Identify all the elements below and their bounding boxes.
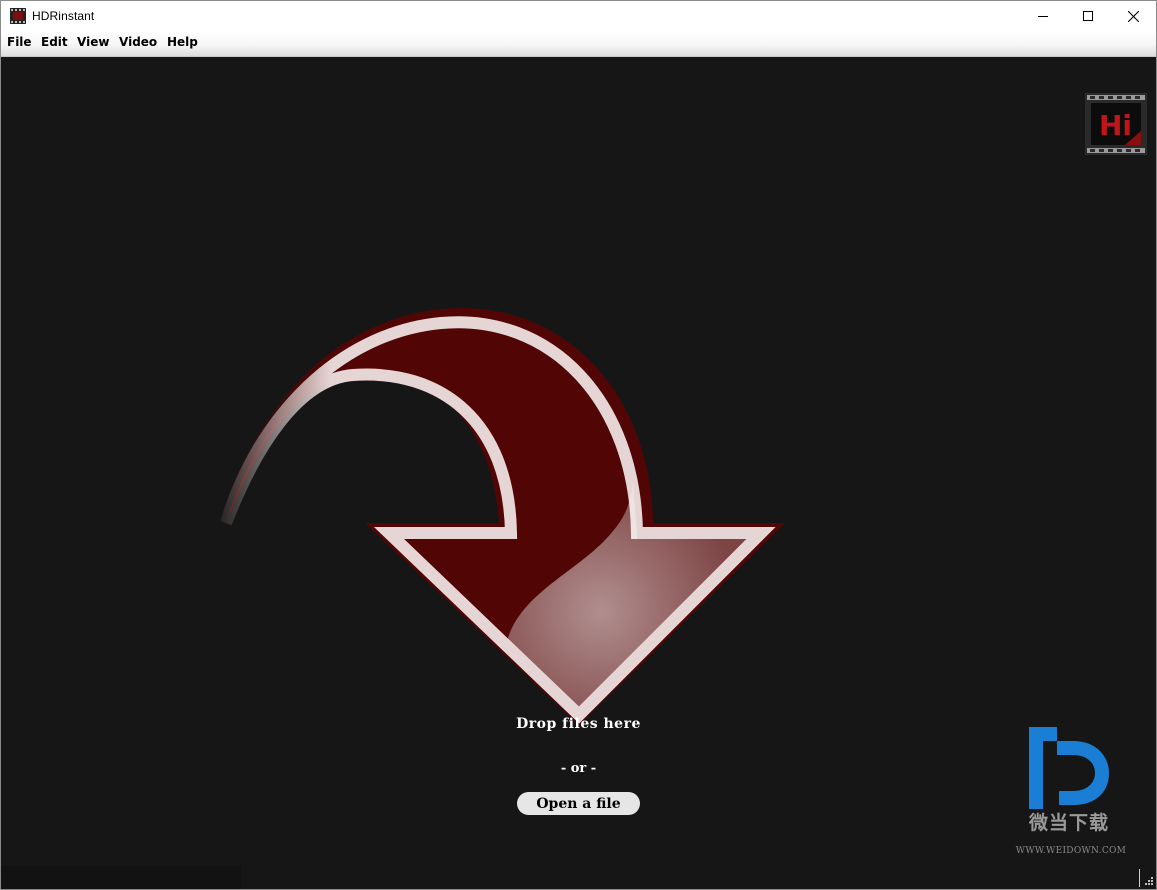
drop-files-label: Drop files here	[516, 716, 641, 732]
close-button[interactable]	[1110, 1, 1156, 31]
title-bar[interactable]: HDRinstant	[1, 1, 1156, 31]
menu-video[interactable]: Video	[119, 35, 157, 49]
weidown-url: WWW.WEIDOWN.COM	[1015, 846, 1127, 856]
drop-arrow-icon	[219, 307, 785, 725]
menu-edit[interactable]: Edit	[41, 35, 68, 49]
svg-text:Hi: Hi	[1099, 109, 1132, 142]
drop-zone[interactable]: Hi Drop files here - or - Open a file 微当…	[1, 57, 1156, 889]
resize-grip-icon[interactable]	[1139, 869, 1155, 887]
status-strip	[1, 866, 241, 889]
menu-help[interactable]: Help	[167, 35, 198, 49]
weidown-logo: 微当下载	[1028, 727, 1109, 833]
app-window: HDRinstant File Edit View Video Help Hi …	[0, 0, 1157, 890]
menu-view[interactable]: View	[77, 35, 109, 49]
svg-text:微当下载: 微当下载	[1028, 811, 1109, 833]
close-icon	[1127, 10, 1139, 22]
hi-logo: Hi	[1085, 93, 1147, 155]
minimize-icon	[1038, 16, 1048, 17]
or-separator: - or -	[560, 761, 597, 776]
app-icon	[10, 8, 26, 24]
window-title: HDRinstant	[32, 9, 95, 23]
minimize-button[interactable]	[1020, 1, 1066, 31]
menu-bar: File Edit View Video Help	[1, 31, 1156, 57]
maximize-button[interactable]	[1065, 1, 1111, 31]
open-file-button[interactable]: Open a file	[517, 792, 640, 815]
menu-file[interactable]: File	[7, 35, 32, 49]
maximize-icon	[1083, 11, 1093, 21]
